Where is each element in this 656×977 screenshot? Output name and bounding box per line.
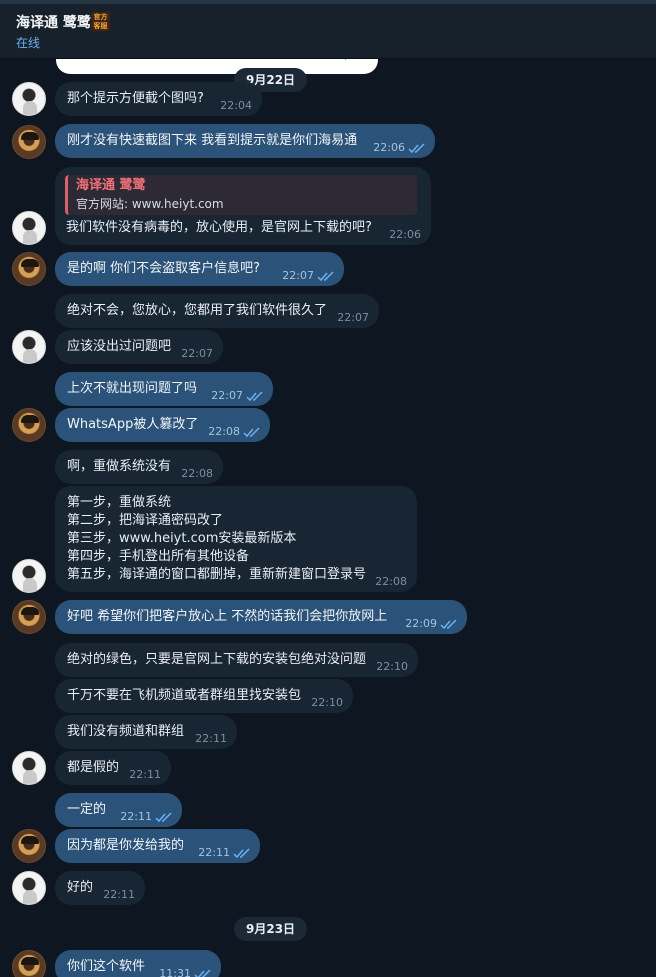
- message-out[interactable]: 一定的 22:11: [55, 793, 182, 827]
- message-time: 22:11: [103, 888, 135, 901]
- quoted-text: 官方网站: www.heiyt.com: [76, 197, 224, 211]
- avatar-agent[interactable]: [12, 211, 46, 245]
- double-check-icon: [408, 143, 425, 154]
- message-text: 好的: [67, 880, 94, 895]
- message-text: 上次不就出现问题了吗: [67, 381, 198, 396]
- double-check-icon: [155, 812, 172, 823]
- message-time: 22:09: [405, 617, 437, 630]
- avatar-agent[interactable]: [12, 871, 46, 905]
- avatar-user[interactable]: [12, 252, 46, 286]
- message-time: 22:07: [211, 389, 243, 402]
- double-check-icon: [243, 427, 260, 438]
- avatar-agent[interactable]: [12, 330, 46, 364]
- online-status: 在线: [16, 36, 41, 50]
- message-in-reply[interactable]: 海译通 鹭鹭 官方网站: www.heiyt.com 我们软件没有病毒的，放心使…: [55, 167, 431, 245]
- message-in[interactable]: 千万不要在飞机频道或者群组里找安装包 22:10: [55, 679, 353, 713]
- double-check-icon: [194, 969, 211, 977]
- message-text: 一定的: [67, 802, 107, 817]
- badge-line-2: 客服: [93, 22, 108, 30]
- message-time: 22:06: [373, 141, 405, 154]
- message-text: 千万不要在飞机频道或者群组里找安装包: [67, 688, 302, 703]
- message-out[interactable]: WhatsApp被人篡改了 22:08: [55, 408, 270, 442]
- message-text: 好吧 希望你们把客户放心上 不然的话我们会把你放网上: [67, 609, 388, 624]
- message-text: 绝对不会，您放心，您都用了我们软件很久了: [67, 303, 328, 318]
- avatar-user[interactable]: [12, 950, 46, 977]
- double-check-icon: [317, 271, 334, 282]
- message-in[interactable]: 啊，重做系统没有 22:08: [55, 450, 223, 484]
- message-in[interactable]: 绝对不会，您放心，您都用了我们软件很久了 22:07: [55, 294, 379, 328]
- message-time: 22:10: [376, 660, 408, 673]
- official-badge-icon: 官方 客服: [91, 12, 110, 31]
- message-time: 22:07: [282, 269, 314, 282]
- message-text: 你们这个软件: [67, 959, 146, 974]
- message-out[interactable]: 好吧 希望你们把客户放心上 不然的话我们会把你放网上 22:09: [55, 600, 467, 634]
- double-check-icon: [246, 391, 263, 402]
- message-out[interactable]: 是的啊 你们不会盗取客户信息吧? 22:07: [55, 252, 344, 286]
- message-time: 22:06: [389, 228, 421, 241]
- chat-header[interactable]: 海译通 鹭鹭 官方 客服 在线: [0, 0, 656, 59]
- message-time: 22:11: [129, 768, 161, 781]
- message-text: 绝对的绿色，只要是官网上下载的安装包绝对没问题: [67, 652, 367, 667]
- message-line: 第四步，手机登出所有其他设备: [67, 549, 250, 564]
- window-edge: [0, 0, 656, 4]
- message-time: 22:11: [195, 732, 227, 745]
- quoted-message[interactable]: 海译通 鹭鹭 官方网站: www.heiyt.com: [65, 175, 417, 215]
- message-time: 22:08: [375, 575, 407, 588]
- double-check-icon: [233, 848, 250, 859]
- message-time: 22:08: [181, 467, 213, 480]
- message-time: 22:07: [181, 347, 213, 360]
- message-out[interactable]: 你们这个软件 11:31: [55, 950, 221, 977]
- message-text: 是的啊 你们不会盗取客户信息吧?: [67, 261, 261, 276]
- avatar-user[interactable]: [12, 600, 46, 634]
- message-text: 我们没有频道和群组: [67, 724, 185, 739]
- message-time: 22:11: [120, 810, 152, 823]
- chat-title[interactable]: 海译通 鹭鹭: [16, 12, 91, 32]
- message-line: 第五步，海译通的窗口都删掉，重新新建窗口登录号: [67, 567, 367, 582]
- avatar-agent[interactable]: [12, 751, 46, 785]
- message-time: 22:07: [337, 311, 369, 324]
- message-text: 那个提示方便截个图吗?: [67, 91, 204, 106]
- message-in[interactable]: 都是假的 22:11: [55, 751, 171, 785]
- message-time: 22:10: [311, 696, 343, 709]
- avatar-agent[interactable]: [12, 82, 46, 116]
- message-line: 第二步，把海译通密码改了: [67, 513, 224, 528]
- message-list[interactable]: 9月22日 那个提示方便截个图吗? 22:04 刚才没有快速截图下来 我看到提示…: [0, 58, 656, 977]
- message-time: 11:31: [159, 967, 191, 977]
- message-in[interactable]: 我们没有频道和群组 22:11: [55, 715, 237, 749]
- message-time: 22:04: [220, 99, 252, 112]
- message-text: 我们软件没有病毒的，放心使用，是官网上下载的吧?: [66, 220, 372, 235]
- message-text: 啊，重做系统没有: [67, 459, 172, 474]
- message-out[interactable]: 刚才没有快速截图下来 我看到提示就是你们海易通 22:06: [55, 124, 435, 158]
- message-text: 应该没出过问题吧: [67, 339, 172, 354]
- message-text: 因为都是你发给我的: [67, 838, 185, 853]
- previous-image-message[interactable]: [56, 58, 378, 74]
- message-out[interactable]: 上次不就出现问题了吗 22:07: [55, 372, 273, 406]
- message-in[interactable]: 应该没出过问题吧 22:07: [55, 330, 223, 364]
- message-in[interactable]: 好的 22:11: [55, 871, 145, 905]
- double-check-icon: [440, 619, 457, 630]
- message-in[interactable]: 绝对的绿色，只要是官网上下载的安装包绝对没问题 22:10: [55, 643, 418, 677]
- quoted-sender: 海译通 鹭鹭: [76, 178, 146, 193]
- avatar-agent[interactable]: [12, 559, 46, 593]
- date-separator: 9月23日: [234, 917, 308, 941]
- message-time: 22:08: [208, 425, 240, 438]
- message-time: 22:11: [198, 846, 230, 859]
- message-text: 都是假的: [67, 760, 120, 775]
- message-line: 第三步，www.heiyt.com安装最新版本: [67, 531, 297, 546]
- avatar-user[interactable]: [12, 829, 46, 863]
- message-line: 第一步，重做系统: [67, 495, 172, 510]
- avatar-user[interactable]: [12, 125, 46, 159]
- message-in-steps[interactable]: 第一步，重做系统 第二步，把海译通密码改了 第三步，www.heiyt.com安…: [55, 486, 417, 592]
- badge-line-1: 官方: [93, 13, 108, 21]
- message-text: 刚才没有快速截图下来 我看到提示就是你们海易通: [67, 133, 358, 148]
- message-text: WhatsApp被人篡改了: [67, 417, 199, 432]
- avatar-user[interactable]: [12, 408, 46, 442]
- message-in[interactable]: 那个提示方便截个图吗? 22:04: [55, 82, 262, 116]
- message-out[interactable]: 因为都是你发给我的 22:11: [55, 829, 260, 863]
